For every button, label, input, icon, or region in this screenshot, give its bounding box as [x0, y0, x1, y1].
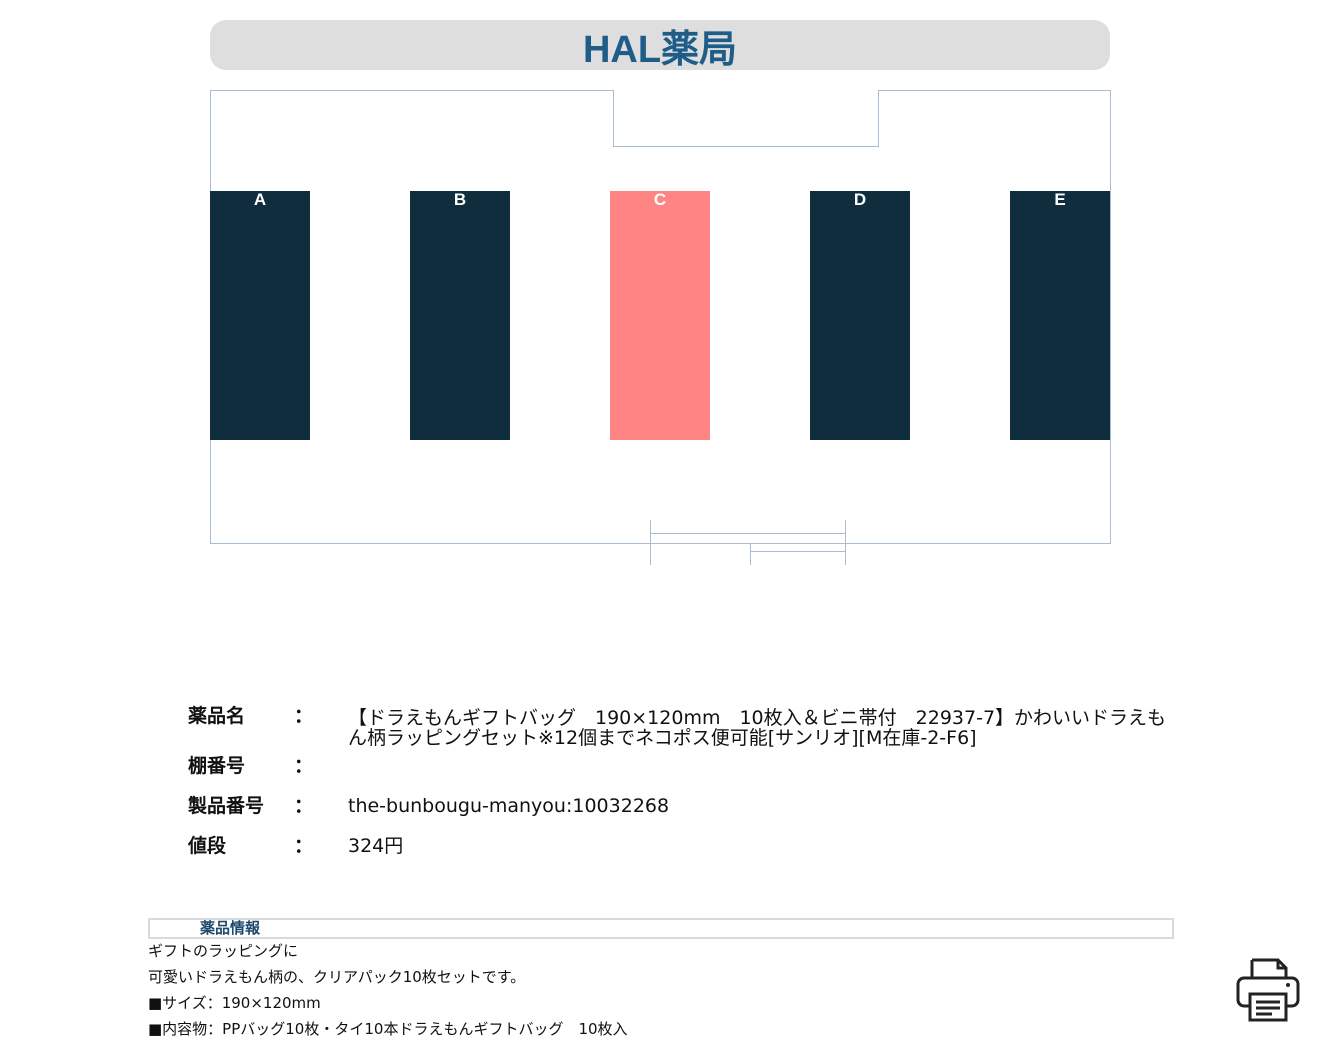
- door-post-left: [650, 520, 651, 565]
- shelf-label: E: [1054, 190, 1066, 209]
- counter-area: [613, 90, 879, 147]
- shelf-c[interactable]: C: [610, 191, 710, 440]
- product-info: 薬品名 ： 【ドラえもんギフトバッグ 190×120mm 10枚入＆ビニ帯付 2…: [188, 706, 1178, 876]
- shelf-label: D: [853, 190, 867, 209]
- colon: ：: [294, 835, 314, 857]
- header-bar: HAL薬局: [210, 20, 1110, 71]
- door-line-bottom: [750, 551, 846, 552]
- shelf-b[interactable]: B: [410, 191, 510, 440]
- details-text: ギフトのラッピングに 可愛いドラえもん柄の、クリアパック10枚セットです。 ■サ…: [148, 938, 1048, 1042]
- shelf-d[interactable]: D: [810, 191, 910, 440]
- product-name-value: 【ドラえもんギフトバッグ 190×120mm 10枚入＆ビニ帯付 22937-7…: [348, 707, 1167, 749]
- price-label: 値段: [188, 835, 227, 857]
- page-title: HAL薬局: [582, 28, 738, 71]
- details-line: ■サイズ：190×120mm: [148, 994, 321, 1012]
- colon: ：: [294, 705, 314, 727]
- product-name-label: 薬品名: [188, 705, 246, 727]
- price-value: 324円: [348, 835, 404, 857]
- door-line-top: [650, 533, 846, 534]
- printer-icon: [1236, 958, 1300, 1022]
- shelf-label: A: [253, 190, 267, 209]
- colon: ：: [294, 795, 314, 817]
- product-code-value: the-bunbougu-manyou:10032268: [348, 795, 670, 817]
- door-post-right: [845, 520, 846, 565]
- details-header-box: 薬品情報: [148, 918, 1174, 939]
- print-button[interactable]: [1234, 956, 1302, 1024]
- floor-map: A B C D E: [210, 90, 1111, 544]
- details-line: ギフトのラッピングに: [148, 942, 299, 960]
- product-code-row: 製品番号 ： the-bunbougu-manyou:10032268: [188, 796, 1178, 836]
- price-row: 値段 ： 324円: [188, 836, 1178, 876]
- details-line: ■内容物：PPバッグ10枚・タイ10本ドラえもんギフトバッグ 10枚入: [148, 1020, 628, 1038]
- shelf-label: C: [653, 190, 667, 209]
- shelf-a[interactable]: A: [210, 191, 310, 440]
- shelf-label: B: [453, 190, 467, 209]
- shelf-number-label: 棚番号: [188, 755, 246, 777]
- product-name-row: 薬品名 ： 【ドラえもんギフトバッグ 190×120mm 10枚入＆ビニ帯付 2…: [188, 706, 1178, 756]
- colon: ：: [294, 755, 314, 777]
- product-code-label: 製品番号: [188, 795, 265, 817]
- shelf-number-row: 棚番号 ：: [188, 756, 1178, 796]
- details-title: 薬品情報: [200, 919, 261, 937]
- door-post-mid: [750, 543, 751, 565]
- details-line: 可愛いドラえもん柄の、クリアパック10枚セットです。: [148, 968, 526, 986]
- shelf-e[interactable]: E: [1010, 191, 1110, 440]
